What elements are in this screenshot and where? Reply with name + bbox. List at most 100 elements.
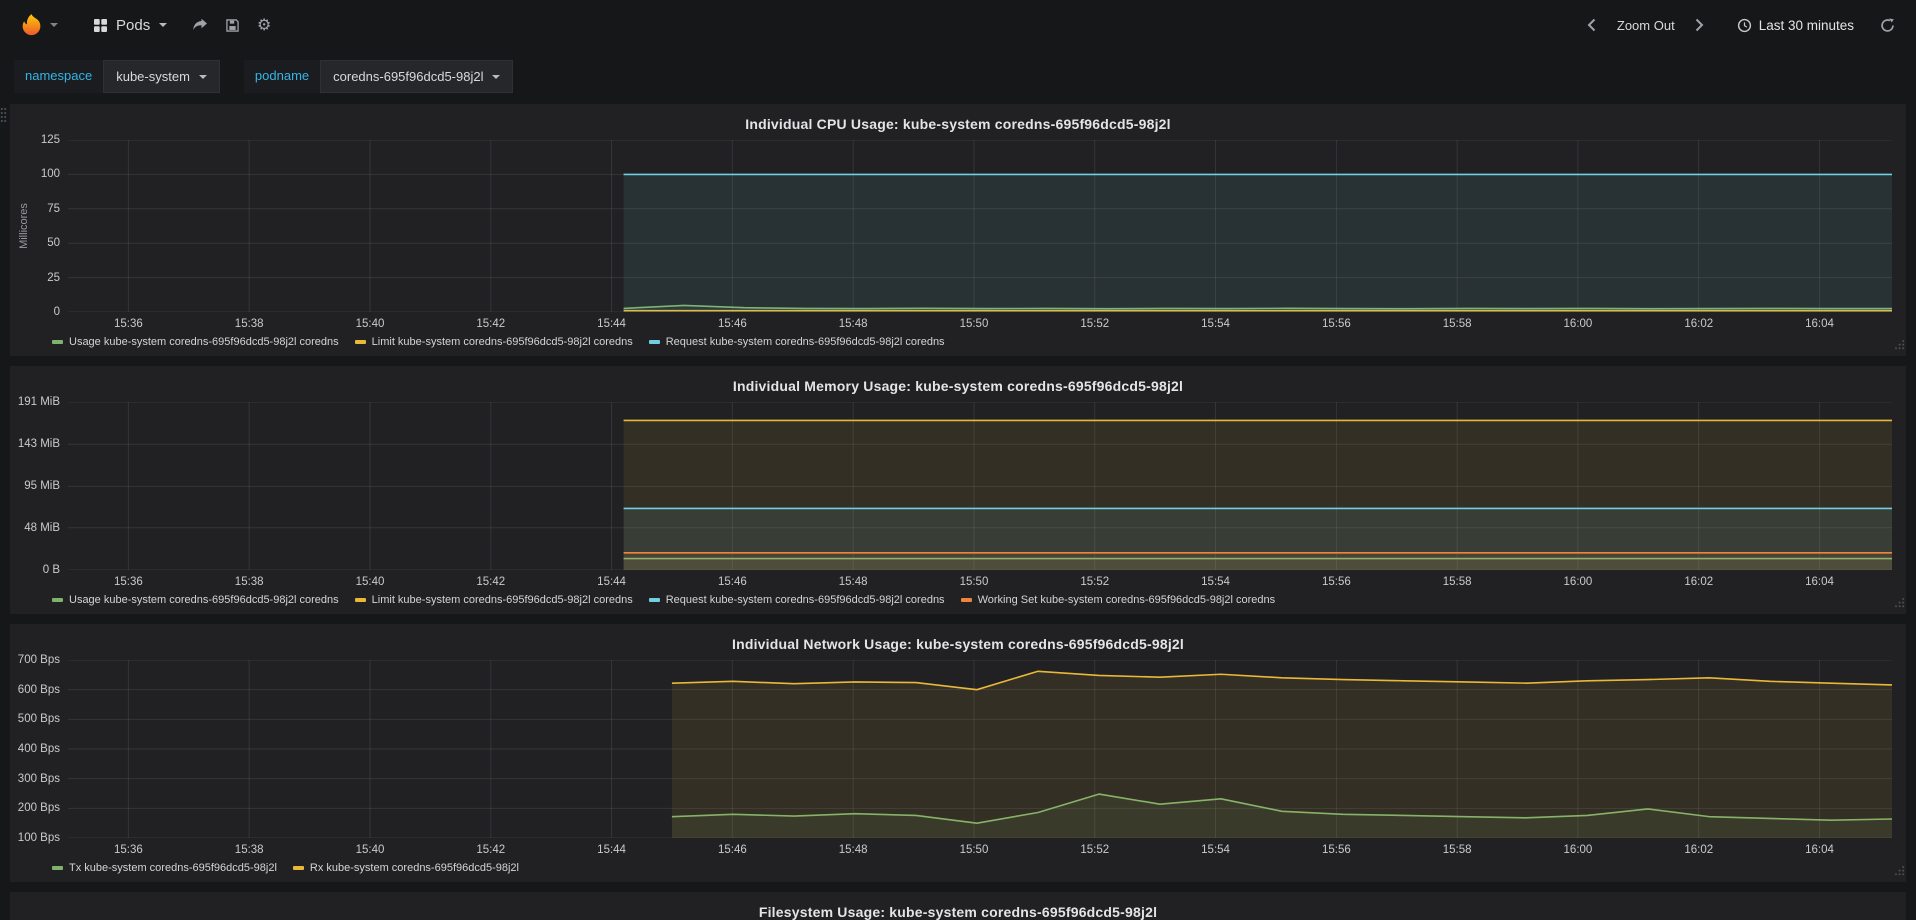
legend-label: Request kube-system coredns-695f96dcd5-9…	[665, 336, 945, 348]
x-tick-label: 15:46	[717, 318, 747, 330]
legend-color-icon	[52, 340, 63, 344]
panel-resize-handle[interactable]	[1894, 595, 1905, 613]
x-tick-label: 15:38	[234, 318, 264, 330]
time-range-label: Last 30 minutes	[1758, 17, 1854, 33]
x-tick-label: 15:42	[476, 318, 506, 330]
save-button[interactable]	[217, 10, 247, 40]
plot-area[interactable]: 0 25 50 75 100 125 15:36 15:38 15:40 15:42 15:44 15…	[41, 134, 1892, 330]
chart-canvas	[68, 660, 1892, 838]
legend-label: Limit kube-system coredns-695f96dcd5-98j…	[371, 336, 633, 348]
y-tick-label: 95 MiB	[24, 480, 60, 493]
x-tick-label: 15:48	[838, 318, 868, 330]
y-tick-label: 100 Bps	[17, 832, 60, 844]
row-drag-handle[interactable]	[0, 107, 7, 128]
panel-title[interactable]: Individual CPU Usage: kube-system coredn…	[18, 109, 1898, 138]
dashboards-grid-icon	[94, 18, 107, 32]
y-tick-label: 500 Bps	[17, 713, 60, 726]
legend-label: Rx kube-system coredns-695f96dcd5-98j2l	[309, 862, 519, 874]
legend-label: Limit kube-system coredns-695f96dcd5-98j…	[371, 594, 633, 606]
y-tick-label: 143 MiB	[17, 438, 60, 451]
y-tick-label: 50	[47, 237, 60, 250]
dashboard-panels: Individual CPU Usage: kube-system coredn…	[0, 102, 1916, 920]
legend-color-icon	[354, 598, 366, 602]
x-tick-label: 16:00	[1563, 576, 1593, 588]
grafana-app: Pods ⚙ Zoom Out Last 30 minutes namespac…	[0, 0, 1916, 920]
settings-button[interactable]: ⚙	[249, 10, 279, 40]
zoom-out-button[interactable]: Zoom Out	[1615, 18, 1677, 33]
legend-color-icon	[292, 866, 304, 870]
x-tick-label: 15:46	[717, 576, 747, 588]
x-tick-label: 15:50	[959, 318, 989, 330]
x-tick-label: 15:44	[597, 576, 626, 588]
x-tick-label: 15:44	[597, 318, 626, 330]
panel-resize-grip-icon	[1895, 340, 1905, 350]
legend-item[interactable]: Usage kube-system coredns-695f96dcd5-98j…	[52, 594, 339, 606]
caret-down-icon	[492, 74, 501, 79]
y-tick-label: 600 Bps	[17, 683, 60, 696]
x-tick-label: 15:58	[1442, 844, 1472, 856]
x-tick-label: 15:48	[838, 844, 868, 856]
refresh-icon	[1880, 17, 1894, 32]
x-tick-label: 15:38	[234, 576, 264, 588]
variable-podname-label: podname	[243, 60, 321, 93]
y-tick-label: 25	[47, 271, 60, 284]
x-tick-label: 15:54	[1201, 318, 1230, 330]
grafana-logo-button[interactable]	[14, 8, 62, 43]
template-variables-bar: namespace kube-system podname coredns-69…	[0, 50, 1916, 102]
time-back-button[interactable]	[1577, 10, 1607, 40]
legend-item[interactable]: Usage kube-system coredns-695f96dcd5-98j…	[52, 336, 339, 348]
panel-resize-handle[interactable]	[1894, 863, 1905, 881]
panel-individual-cpu-usage: Individual CPU Usage: kube-system coredn…	[0, 104, 1906, 356]
panel-title[interactable]: Individual Network Usage: kube-system co…	[18, 629, 1898, 658]
chevron-right-icon	[1695, 18, 1704, 32]
variable-namespace-value: kube-system	[116, 69, 190, 84]
legend-item[interactable]: Request kube-system coredns-695f96dcd5-9…	[648, 336, 945, 348]
x-tick-label: 15:46	[717, 844, 747, 856]
legend-item[interactable]: Tx kube-system coredns-695f96dcd5-98j2l	[52, 862, 277, 874]
x-tick-label: 15:56	[1321, 844, 1351, 856]
panel-title[interactable]: Filesystem Usage: kube-system coredns-69…	[18, 897, 1898, 920]
legend-item[interactable]: Request kube-system coredns-695f96dcd5-9…	[648, 594, 945, 606]
legend-label: Tx kube-system coredns-695f96dcd5-98j2l	[69, 862, 277, 874]
legend-item[interactable]: Limit kube-system coredns-695f96dcd5-98j…	[354, 594, 633, 606]
x-tick-label: 15:44	[597, 844, 626, 856]
save-icon	[225, 18, 239, 32]
y-axis-title: Millicores	[18, 203, 30, 249]
variable-namespace: namespace kube-system	[14, 60, 220, 93]
chart-canvas	[68, 140, 1892, 312]
x-tick-label: 16:04	[1805, 844, 1834, 856]
x-tick-label: 15:52	[1080, 844, 1110, 856]
legend-item[interactable]: Working Set kube-system coredns-695f96dc…	[960, 594, 1275, 606]
x-tick-label: 15:40	[355, 576, 385, 588]
legend-item[interactable]: Limit kube-system coredns-695f96dcd5-98j…	[354, 336, 633, 348]
x-tick-label: 16:02	[1684, 844, 1714, 856]
legend: Tx kube-system coredns-695f96dcd5-98j2l R…	[52, 862, 1898, 874]
dashboard-actions: ⚙	[185, 10, 279, 40]
x-tick-label: 15:52	[1080, 318, 1110, 330]
time-range-button[interactable]: Last 30 minutes	[1737, 18, 1854, 33]
variable-podname-value-dropdown[interactable]: coredns-695f96dcd5-98j2l	[320, 60, 514, 93]
x-tick-label: 15:42	[476, 576, 506, 588]
y-tick-label: 0 B	[42, 564, 60, 576]
panel-resize-handle[interactable]	[1894, 337, 1905, 355]
y-tick-label: 400 Bps	[17, 743, 60, 755]
share-button[interactable]	[185, 10, 215, 40]
refresh-button[interactable]	[1872, 10, 1902, 40]
x-tick-label: 15:40	[355, 318, 385, 330]
y-tick-label: 125	[40, 134, 60, 146]
y-tick-label: 200 Bps	[17, 802, 60, 815]
time-forward-button[interactable]	[1685, 10, 1715, 40]
legend: Usage kube-system coredns-695f96dcd5-98j…	[52, 336, 1898, 348]
y-tick-label: 48 MiB	[24, 521, 60, 534]
plot-area[interactable]: 100 Bps 200 Bps 300 Bps 400 Bps 500 Bps 600 B…	[18, 654, 1892, 856]
panel-title[interactable]: Individual Memory Usage: kube-system cor…	[18, 371, 1898, 400]
dashboard-caret-icon	[159, 23, 168, 27]
dashboard-picker-button[interactable]: Pods	[84, 10, 177, 41]
gear-icon: ⚙	[257, 15, 272, 34]
legend-item[interactable]: Rx kube-system coredns-695f96dcd5-98j2l	[292, 862, 519, 874]
plot-area[interactable]: 0 B 48 MiB 95 MiB 143 MiB 191 MiB 15:36 15:38 1…	[18, 396, 1892, 588]
chart-canvas	[68, 402, 1892, 570]
y-tick-label: 100	[40, 168, 60, 181]
panel-resize-grip-icon	[1895, 866, 1905, 876]
variable-namespace-value-dropdown[interactable]: kube-system	[103, 60, 220, 93]
